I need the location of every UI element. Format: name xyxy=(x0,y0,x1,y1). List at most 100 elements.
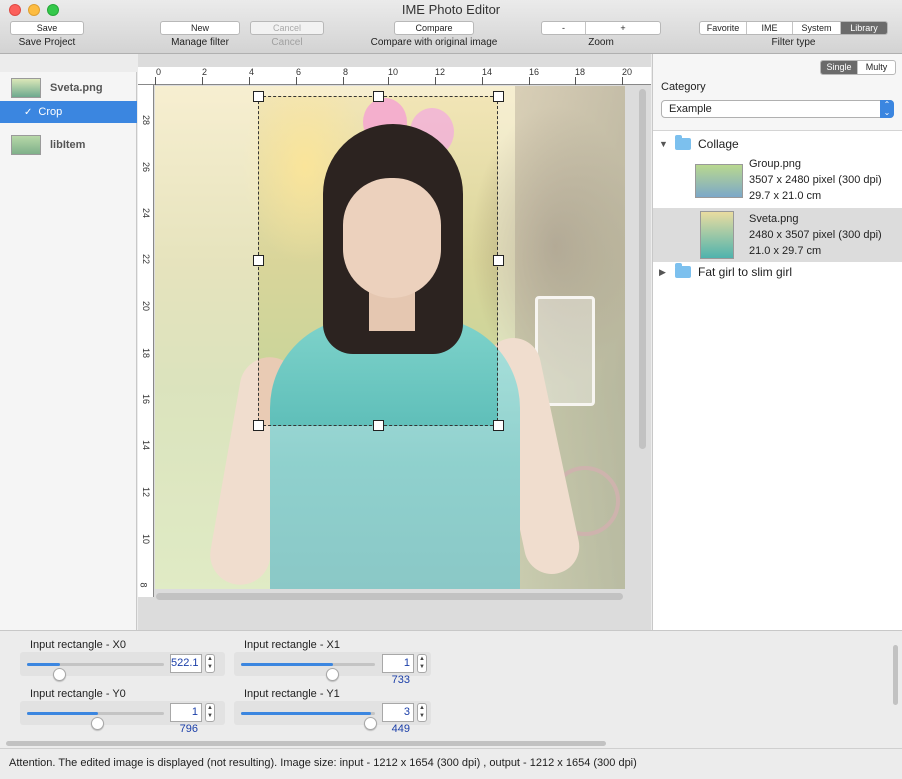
ruler-label: 24 xyxy=(141,207,152,219)
library-tree: ▼ Collage Group.png 3507 x 2480 pixel (3… xyxy=(653,130,902,630)
ruler-label: 20 xyxy=(141,300,152,312)
horizontal-ruler: 0 2 4 6 8 10 12 14 16 18 20 xyxy=(138,67,651,85)
new-filter-button[interactable]: New xyxy=(160,21,240,35)
ruler-label: 20 xyxy=(622,67,633,77)
x1-slider[interactable] xyxy=(241,663,375,681)
list-item-source-image[interactable]: Sveta.png xyxy=(0,75,137,101)
save-project-label: Save Project xyxy=(18,37,76,48)
y0-stepper[interactable]: ▲ ▼ xyxy=(205,703,215,722)
view-mode-segmented: Single Multy xyxy=(820,60,896,75)
y1-stepper[interactable]: ▲ ▼ xyxy=(417,703,427,722)
folder-name: Fat girl to slim girl xyxy=(698,265,793,279)
x1-input[interactable]: 1 733 xyxy=(382,654,414,686)
edited-image[interactable] xyxy=(155,86,625,589)
window-titlebar: IME Photo Editor Save Save Project New M… xyxy=(0,0,902,54)
category-select[interactable]: Example ⌃ ⌄ xyxy=(661,100,894,118)
file-size: 2480 x 3507 pixel (300 dpi) xyxy=(749,229,882,241)
filter-type-system[interactable]: System xyxy=(793,22,841,34)
image-thumbnail xyxy=(11,78,41,98)
checkmark-icon[interactable]: ✓ xyxy=(24,107,32,118)
crop-handle-top[interactable] xyxy=(373,91,384,102)
x1-slider-fill xyxy=(241,663,334,666)
crop-handle-bottom-left[interactable] xyxy=(253,420,264,431)
y1-control: Input rectangle - Y1 3 449 ▲ ▼ xyxy=(234,680,431,735)
ruler-label: 14 xyxy=(482,67,493,77)
filter-type-library[interactable]: Library xyxy=(841,22,887,34)
filter-type-segmented: Favorite IME System Library xyxy=(699,21,888,35)
x0-stepper[interactable]: ▲ ▼ xyxy=(205,654,215,673)
cancel-button[interactable]: Cancel xyxy=(250,21,324,35)
crop-handle-top-right[interactable] xyxy=(493,91,504,102)
file-thumbnail xyxy=(700,211,734,259)
folder-icon xyxy=(675,263,691,278)
file-item-sveta[interactable]: Sveta.png 2480 x 3507 pixel (300 dpi) 21… xyxy=(653,208,902,262)
x0-input[interactable]: 522.1 xyxy=(170,654,202,673)
x0-slider-fill xyxy=(27,663,60,666)
y1-slider-knob[interactable] xyxy=(363,717,377,730)
library-panel: Single Multy Category Example ⌃ ⌄ ▼ Colla… xyxy=(652,54,902,630)
file-item-group[interactable]: Group.png 3507 x 2480 pixel (300 dpi) 29… xyxy=(653,154,902,208)
crop-handle-bottom-right[interactable] xyxy=(493,420,504,431)
ruler-label: 18 xyxy=(575,67,586,77)
list-item-libitem[interactable]: libItem xyxy=(0,132,137,158)
disclosure-triangle-expanded-icon[interactable]: ▼ xyxy=(659,139,671,149)
ruler-label: 8 xyxy=(138,582,149,588)
y0-input[interactable]: 1 796 xyxy=(170,703,202,735)
list-item-crop[interactable]: ✓ Crop xyxy=(0,101,137,123)
ruler-label: 12 xyxy=(141,486,152,498)
x0-label: Input rectangle - X0 xyxy=(30,639,127,651)
parameters-horizontal-scrollbar[interactable] xyxy=(6,741,606,746)
status-text: Attention. The edited image is displayed… xyxy=(9,757,637,769)
y0-slider-knob[interactable] xyxy=(91,717,105,730)
category-value: Example xyxy=(669,103,712,115)
x1-control: Input rectangle - X1 1 733 ▲ ▼ xyxy=(234,631,431,686)
crop-handle-right[interactable] xyxy=(493,255,504,266)
crop-rectangle[interactable] xyxy=(258,96,498,426)
zoom-in-button[interactable]: + xyxy=(586,22,660,34)
chevron-up-down-icon: ⌃ ⌄ xyxy=(880,100,894,118)
ruler-label: 12 xyxy=(435,67,446,77)
x1-stepper[interactable]: ▲ ▼ xyxy=(417,654,427,673)
save-button[interactable]: Save xyxy=(10,21,84,35)
zoom-label: Zoom xyxy=(588,37,614,48)
category-label: Category xyxy=(661,81,706,93)
compare-label: Compare with original image xyxy=(370,37,498,48)
ruler-label: 16 xyxy=(529,67,540,77)
y0-control: Input rectangle - Y0 1 796 ▲ ▼ xyxy=(20,680,225,735)
folder-row-collage[interactable]: ▼ Collage xyxy=(653,134,902,154)
cancel-label: Cancel xyxy=(271,37,303,48)
zoom-out-button[interactable]: - xyxy=(542,22,586,34)
filter-type-label: Filter type xyxy=(771,37,816,48)
file-name: Group.png xyxy=(749,158,801,170)
manage-filter-label: Manage filter xyxy=(171,37,229,48)
ruler-label: 4 xyxy=(249,67,255,77)
ruler-label: 6 xyxy=(296,67,302,77)
filter-type-ime[interactable]: IME xyxy=(747,22,793,34)
ruler-label: 28 xyxy=(141,114,152,126)
crop-handle-top-left[interactable] xyxy=(253,91,264,102)
vertical-ruler: 28 26 24 22 20 18 16 14 12 10 8 xyxy=(138,85,154,597)
ruler-label: 26 xyxy=(141,161,152,173)
view-mode-single[interactable]: Single xyxy=(821,61,858,74)
ruler-label: 18 xyxy=(141,347,152,359)
crop-handle-left[interactable] xyxy=(253,255,264,266)
folder-row-fat-girl[interactable]: ▶ Fat girl to slim girl xyxy=(653,262,902,282)
crop-handle-bottom[interactable] xyxy=(373,420,384,431)
ruler-label: 22 xyxy=(141,253,152,265)
canvas-horizontal-scrollbar[interactable] xyxy=(156,593,623,600)
x0-slider[interactable] xyxy=(27,663,164,681)
parameters-vertical-scrollbar[interactable] xyxy=(893,645,898,705)
list-item-label: Crop xyxy=(38,106,63,118)
y0-slider[interactable] xyxy=(27,712,164,730)
canvas-vertical-scrollbar[interactable] xyxy=(639,89,646,449)
disclosure-triangle-collapsed-icon[interactable]: ▶ xyxy=(659,267,671,278)
y1-input[interactable]: 3 449 xyxy=(382,703,414,735)
filter-type-favorite[interactable]: Favorite xyxy=(700,22,747,34)
view-mode-multy[interactable]: Multy xyxy=(858,61,895,74)
x1-label: Input rectangle - X1 xyxy=(244,639,341,651)
y1-slider[interactable] xyxy=(241,712,377,730)
compare-button[interactable]: Compare xyxy=(394,21,474,35)
list-item-label: Sveta.png xyxy=(50,82,103,94)
ruler-label: 10 xyxy=(141,533,152,545)
ruler-label: 2 xyxy=(202,67,208,77)
